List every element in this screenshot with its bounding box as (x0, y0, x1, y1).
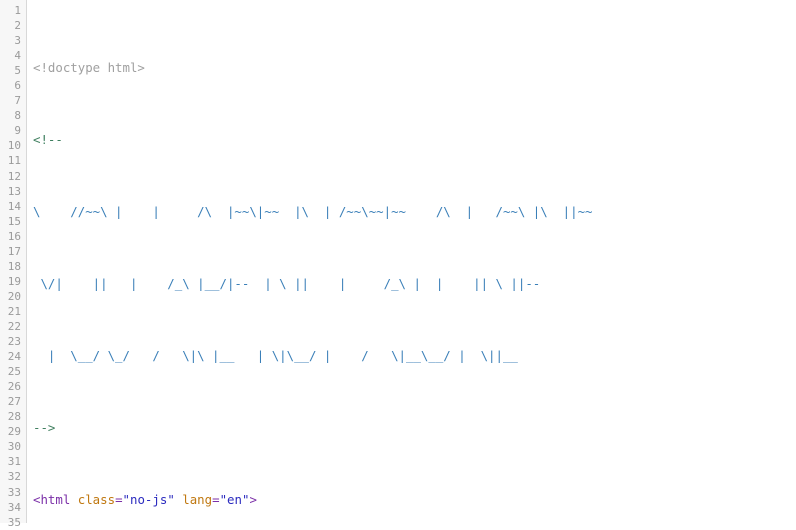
equals-sign: = (212, 492, 220, 508)
line-number: 15 (7, 214, 21, 228)
doctype-token: <!doctype html> (33, 60, 145, 75)
line-number: 1 (14, 4, 21, 17)
line-number: 16 (7, 229, 21, 243)
line-number: 23 (7, 335, 21, 349)
attr-lang-value: "en" (219, 492, 250, 508)
code-line-4-ascii: \/| || | /_\ |__/|-- | \ || | /_\ | | ||… (33, 276, 796, 291)
line-number: 18 (7, 259, 21, 273)
code-viewer: 1 2 3 4 5 6 7 8 9 10 11 12 13 14 15 16 1… (0, 0, 796, 529)
line-number: 29 (7, 425, 21, 439)
line-number: 17 (7, 244, 21, 258)
line-number: 27 (7, 395, 21, 409)
line-number: 31 (7, 455, 21, 469)
comment-close-token: --> (33, 420, 56, 436)
line-number: 7 (14, 94, 21, 108)
attr-lang: lang (182, 492, 213, 508)
line-number: 6 (14, 79, 21, 93)
line-number: 34 (7, 500, 21, 514)
ascii-art-row-2: \/| || | /_\ |__/|-- | \ || | /_\ | | ||… (33, 276, 541, 292)
line-number: 5 (14, 64, 21, 78)
line-number: 22 (7, 319, 21, 333)
line-number: 21 (7, 304, 21, 318)
line-number: 4 (14, 49, 21, 63)
code-line-6: --> (33, 420, 796, 435)
line-number: 14 (7, 199, 21, 213)
line-number: 19 (7, 274, 21, 288)
line-number: 35 (7, 515, 21, 529)
comment-open-token: <!-- (33, 132, 63, 148)
ascii-art-row-3: | \__/ \_/ / \|\ |__ | \|\__/ | / \|__\_… (33, 348, 518, 364)
ascii-art-row-1: \ //~~\ | | /\ |~~\|~~ |\ | /~~\~~|~~ /\… (33, 204, 593, 220)
code-line-7: <html class="no-js" lang="en"> (33, 492, 796, 507)
line-number: 30 (7, 440, 21, 454)
line-number: 10 (7, 139, 21, 153)
tag-close-bracket: > (249, 492, 257, 508)
line-number: 9 (14, 124, 21, 138)
attr-class-value: "no-js" (122, 492, 175, 508)
line-number: 33 (7, 485, 21, 499)
line-number: 25 (7, 365, 21, 379)
line-number: 26 (7, 380, 21, 394)
line-number: 2 (14, 19, 21, 33)
code-line-3-ascii: \ //~~\ | | /\ |~~\|~~ |\ | /~~\~~|~~ /\… (33, 204, 796, 219)
code-content[interactable]: <!doctype html> <!-- \ //~~\ | | /\ |~~\… (27, 0, 796, 523)
line-number: 32 (7, 470, 21, 484)
code-line-2: <!-- (33, 132, 796, 147)
line-number: 28 (7, 410, 21, 424)
line-number: 8 (14, 109, 21, 123)
code-line-1: <!doctype html> (33, 60, 796, 75)
equals-sign: = (115, 492, 123, 508)
line-number: 13 (7, 184, 21, 198)
line-number: 11 (7, 154, 21, 168)
line-number: 20 (7, 289, 21, 303)
line-number: 3 (14, 34, 21, 48)
code-line-5-ascii: | \__/ \_/ / \|\ |__ | \|\__/ | / \|__\_… (33, 348, 796, 363)
html-tag-open: <html (33, 492, 78, 508)
line-number-gutter: 1 2 3 4 5 6 7 8 9 10 11 12 13 14 15 16 1… (0, 0, 27, 529)
line-number: 12 (7, 169, 21, 183)
attr-class: class (77, 492, 116, 508)
line-number: 24 (7, 350, 21, 364)
